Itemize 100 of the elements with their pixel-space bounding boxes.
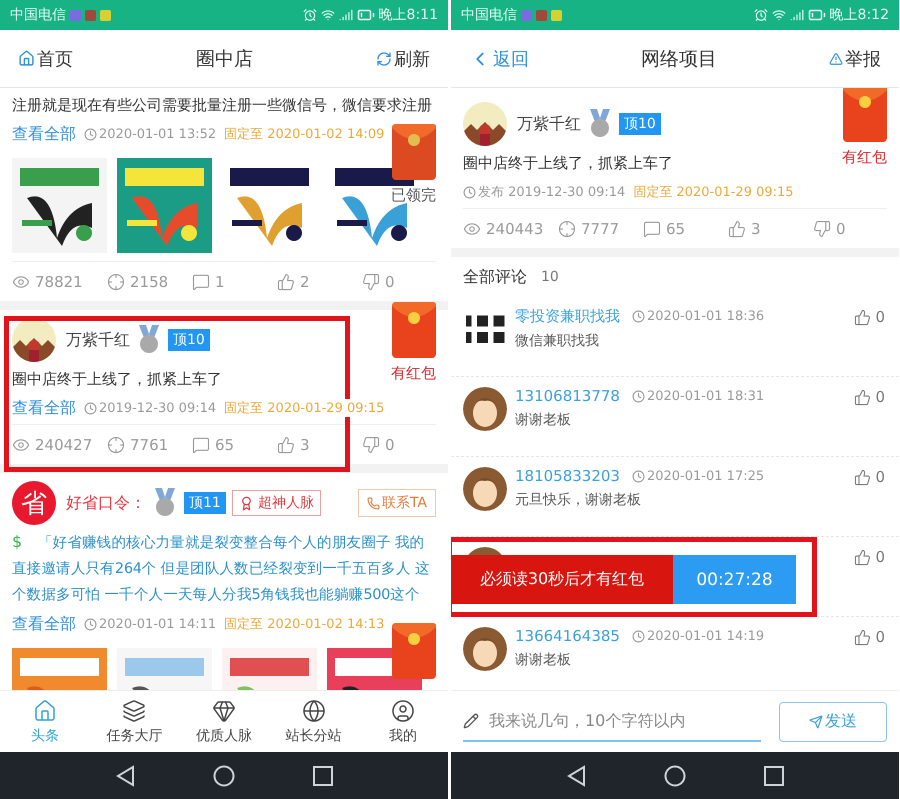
commenter-name[interactable]: 13106813778 (515, 387, 620, 405)
like-count: 0 (875, 468, 885, 486)
stat-count: 2158 (130, 272, 168, 290)
recents-icon[interactable] (313, 766, 333, 786)
like-count: 0 (875, 308, 885, 326)
comment-text: 谢谢老板 (515, 411, 571, 429)
countdown-message: 必须读30秒后才有红包 (451, 555, 673, 604)
stat-count: 0 (385, 436, 395, 454)
envelope-icon[interactable] (392, 623, 436, 679)
app-icon (536, 10, 547, 20)
thumbs-up-icon (854, 628, 872, 646)
clock-icon (632, 470, 645, 482)
home-icon[interactable] (664, 764, 686, 786)
back-icon[interactable] (115, 764, 135, 786)
refresh-link[interactable]: 刷新 (376, 46, 430, 70)
clock-icon (632, 630, 645, 642)
envelope-label: 有红包 (842, 148, 887, 167)
app-icon (521, 10, 532, 20)
post-text: 圈中店终于上线了，抓紧上车了 (12, 369, 222, 390)
comment-icon (192, 272, 210, 290)
stat-count: 240427 (35, 436, 92, 454)
recents-icon[interactable] (764, 766, 784, 786)
send-button[interactable]: 发送 (779, 702, 887, 742)
comment-count: 10 (541, 269, 559, 285)
stat-count: 65 (666, 220, 686, 238)
countdown-timer: 00:27:28 (673, 555, 796, 604)
clock-time: 晚上8:11 (378, 6, 438, 24)
post-time: 2020-01-01 13:52 (99, 126, 216, 142)
back-link[interactable]: 返回 (469, 46, 529, 70)
view-all-link[interactable]: 查看全部 (12, 614, 76, 634)
comment-time: 2020-01-01 14:19 (646, 628, 764, 644)
pinned-until: 固定至 2020-01-29 09:15 (633, 183, 794, 201)
stat-count: 3 (751, 220, 761, 238)
page-title: 网络项目 (641, 46, 717, 72)
home-icon (18, 50, 35, 67)
commenter-name[interactable]: 18105833203 (515, 467, 620, 485)
author-name: 万紫千红 (66, 330, 130, 350)
pinned-until: 固定至 2020-01-02 14:13 (224, 615, 384, 633)
phone-icon (366, 496, 380, 510)
warning-icon (829, 52, 843, 66)
envelope-icon[interactable] (392, 302, 436, 358)
commenter-name[interactable]: 零投资兼职找我 (515, 307, 620, 326)
envelope-label: 已领完 (391, 186, 436, 205)
pinned-until: 固定至 2020-01-29 09:15 (224, 399, 384, 417)
stat-count: 65 (215, 436, 234, 454)
stat-count: 240443 (486, 220, 544, 238)
clock-icon (84, 618, 97, 630)
post-time: 2020-01-01 14:11 (99, 616, 216, 632)
clock-icon (632, 310, 645, 323)
home-icon[interactable] (213, 764, 235, 786)
like-count: 0 (875, 628, 885, 646)
stat-count: 7777 (581, 220, 620, 238)
commenter-name[interactable]: 13664164385 (515, 627, 620, 645)
clock-icon (84, 402, 97, 414)
alarm-icon (302, 8, 317, 22)
avatar-logo: 省 (12, 481, 56, 525)
medal-icon (152, 488, 178, 518)
clock-icon (84, 128, 97, 140)
stat-count: 2 (300, 272, 310, 290)
view-all-link[interactable]: 查看全部 (12, 124, 76, 144)
contact-button[interactable]: 联系TA (358, 489, 436, 517)
stat-count: 7761 (130, 436, 168, 454)
thumbs-up-icon (854, 308, 872, 326)
thumbs-up-icon (277, 272, 295, 290)
comment-text: 元旦快乐，谢谢老板 (515, 491, 641, 509)
crosshair-icon (107, 436, 125, 454)
app-icon (100, 10, 111, 20)
medal-icon (136, 325, 162, 355)
avatar-figure (463, 627, 507, 671)
signal-icon (790, 8, 804, 22)
home-link[interactable]: 首页 (18, 46, 73, 70)
home-icon (32, 698, 57, 722)
app-icon (551, 10, 562, 20)
page-title: 圈中店 (196, 46, 253, 72)
comment-icon (643, 220, 661, 238)
crosshair-icon (558, 220, 576, 238)
envelope-label: 有红包 (391, 364, 436, 383)
author-name: 万紫千红 (517, 114, 581, 134)
pencil-icon (463, 712, 479, 728)
medal-icon (587, 109, 613, 139)
app-icon (70, 10, 81, 20)
alarm-icon (754, 8, 768, 22)
stat-count: 1 (215, 272, 225, 290)
envelope-icon[interactable] (842, 88, 886, 142)
clock-time: 晚上8:12 (830, 6, 889, 24)
stat-count: 0 (836, 220, 846, 238)
user-icon (391, 698, 416, 722)
comments-title: 全部评论 (463, 266, 527, 288)
send-icon (809, 714, 823, 728)
level-badge: 顶11 (184, 492, 226, 514)
report-link[interactable]: 举报 (829, 46, 881, 70)
thumbs-down-icon (362, 272, 380, 290)
post-time: 2019-12-30 09:14 (99, 400, 216, 416)
thumbs-up-icon (854, 468, 872, 486)
globe-icon (302, 698, 326, 722)
tag-label: 超神人脉 (258, 494, 314, 512)
stat-count: 0 (385, 272, 395, 290)
back-icon[interactable] (566, 764, 586, 786)
view-all-link[interactable]: 查看全部 (12, 398, 76, 418)
signal-icon (338, 8, 353, 22)
